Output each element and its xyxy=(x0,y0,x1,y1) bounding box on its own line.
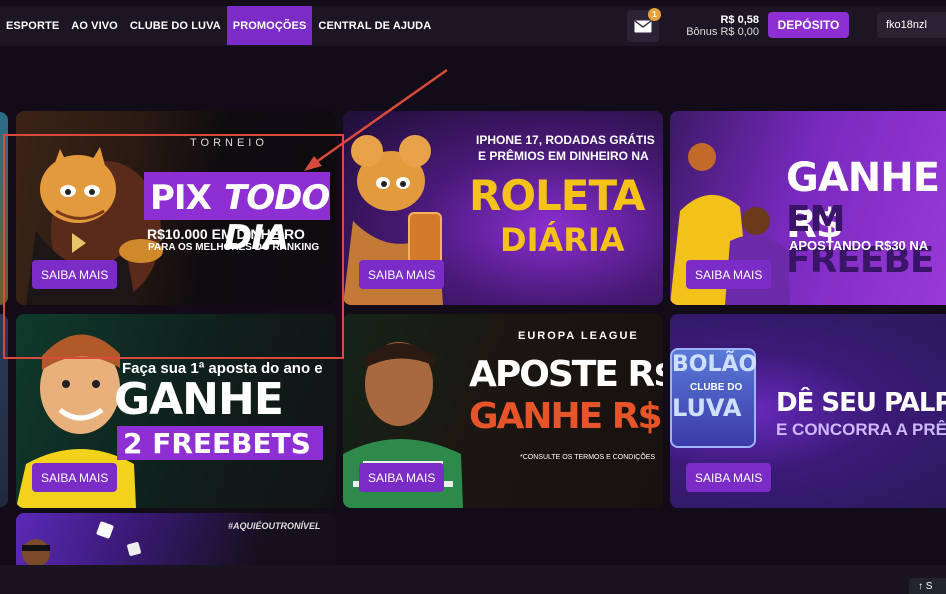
saiba-mais-button[interactable]: SAIBA MAIS xyxy=(686,260,772,289)
promo-card-bolao[interactable]: BOLÃO CLUBE DO LUVA DÊ SEU PALPITE E CON… xyxy=(670,314,946,508)
card-hashtag: #AQUIÉOUTRONÍVEL xyxy=(228,521,321,531)
card-headline-a: ROLETA xyxy=(469,171,645,220)
nav-item-esporte[interactable]: ESPORTE xyxy=(0,6,65,45)
saiba-mais-button[interactable]: SAIBA MAIS xyxy=(359,463,445,492)
card-footnote: *CONSULTE OS TERMOS E CONDIÇÕES xyxy=(520,454,656,461)
scroll-to-top-button[interactable]: ↑ S xyxy=(909,578,946,594)
card-subtitle: E CONCORRA A PRÊMIOS xyxy=(776,420,946,439)
card-line-1: IPHONE 17, RODADAS GRÁTIS xyxy=(476,133,655,147)
balance-display: R$ 0,58 Bônus R$ 0,00 xyxy=(686,14,759,38)
annotation-arrow-icon xyxy=(304,68,448,171)
nav-item-central-de-ajuda[interactable]: CENTRAL DE AJUDA xyxy=(312,6,437,45)
nav-item-ao-vivo[interactable]: AO VIVO xyxy=(65,6,124,45)
user-menu[interactable]: fko18nzl xyxy=(877,12,946,38)
saiba-mais-button[interactable]: SAIBA MAIS xyxy=(32,463,118,492)
saiba-mais-button[interactable]: SAIBA MAIS xyxy=(359,260,445,289)
headline-box: 2 FREEBETS xyxy=(117,426,323,460)
card-subtitle: APOSTANDO R$30 NA xyxy=(789,238,929,253)
top-navigation-bar: ESPORTE AO VIVO CLUBE DO LUVA PROMOÇÕES … xyxy=(0,0,946,46)
logo-text-c: LUVA xyxy=(672,394,742,422)
logo-text-b: CLUBE DO xyxy=(690,382,743,393)
card-headline-b: 2 FREEBETS xyxy=(123,427,311,460)
logo-text-a: BOLÃO xyxy=(672,352,758,377)
messages-button[interactable]: 1 xyxy=(627,8,661,42)
saiba-mais-button[interactable]: SAIBA MAIS xyxy=(686,463,772,492)
balance-value: R$ 0,58 xyxy=(720,14,759,26)
notification-badge: 1 xyxy=(648,8,661,21)
card-tag: EUROPA LEAGUE xyxy=(518,330,639,342)
bottom-strip xyxy=(0,565,946,593)
card-headline-b: GANHE R$1 xyxy=(469,396,663,437)
nav-item-promocoes[interactable]: PROMOÇÕES xyxy=(226,6,313,45)
mail-icon xyxy=(634,19,652,32)
card-headline-a: GANHE xyxy=(114,374,284,425)
card-line-2: E PRÊMIOS EM DINHEIRO NA xyxy=(478,149,649,163)
promo-card-europa-league[interactable]: EUROPA LEAGUE APOSTE R$30 GANHE R$1 *CON… xyxy=(343,314,663,508)
main-nav: ESPORTE AO VIVO CLUBE DO LUVA PROMOÇÕES … xyxy=(0,6,437,45)
card-headline-b: DIÁRIA xyxy=(500,221,625,259)
annotation-highlight-box xyxy=(3,134,344,359)
bonus-value: Bônus R$ 0,00 xyxy=(686,26,759,38)
promo-card-ganhe-freebet[interactable]: GANHE R$ EM FREEBE APOSTANDO R$30 NA SAI… xyxy=(670,111,946,305)
player-and-dice-icon xyxy=(22,521,141,567)
card-headline-a: APOSTE R$30 xyxy=(469,354,663,395)
promo-card-aqui-e-outro-nivel[interactable]: #AQUIÉOUTRONÍVEL xyxy=(16,513,336,573)
promotions-grid: TORNEIO PIX TODO DIA R$10.000 EM DINHEIR… xyxy=(0,46,946,593)
nav-item-clube-do-luva[interactable]: CLUBE DO LUVA xyxy=(124,6,227,45)
card-headline-a: DÊ SEU PALPITE xyxy=(776,388,946,418)
deposit-button[interactable]: DEPÓSITO xyxy=(768,12,849,38)
bolao-logo: BOLÃO CLUBE DO LUVA xyxy=(670,348,758,448)
